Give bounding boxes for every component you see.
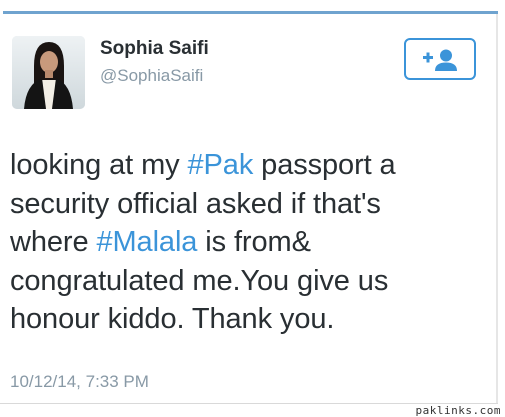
tweet-timestamp[interactable]: 10/12/14, 7:33 PM [10,372,149,392]
tweet-line: congratulated me.You give us [10,262,490,301]
tweet-text-segment: where [10,226,97,258]
follow-button[interactable] [404,38,476,80]
tweet-line: honour kiddo. Thank you. [10,300,490,339]
hashtag-link[interactable]: #Pak [188,149,254,181]
tweet-text-segment: congratulated me.You give us [10,264,389,297]
avatar[interactable] [12,36,85,109]
card-right-border [496,14,498,404]
watermark: paklinks.com [415,404,501,417]
tweet-line: looking at my #Pak passport a [10,146,490,185]
follow-user-plus-icon [423,49,457,71]
user-handle[interactable]: @SophiaSaifi [100,66,203,86]
tweet-text-segment: honour kiddo. Thank you. [10,303,335,335]
tweet-text: looking at my #Pak passport a security of… [10,146,490,339]
screenshot-frame: Sophia Saifi @SophiaSaifi looking at my … [0,0,505,417]
profile-photo-icon [12,36,85,109]
hashtag-link[interactable]: #Malala [96,226,197,258]
tweet-text-segment: passport a [253,149,396,181]
tweet-text-segment: security official asked if that's [10,187,381,220]
tweet-text-segment: is from& [197,226,311,258]
tweet-text-segment: looking at my [10,149,188,181]
tweet-line: where #Malala is from& [10,223,490,262]
tweet-line: security official asked if that's [10,185,490,224]
display-name[interactable]: Sophia Saifi [100,38,209,60]
